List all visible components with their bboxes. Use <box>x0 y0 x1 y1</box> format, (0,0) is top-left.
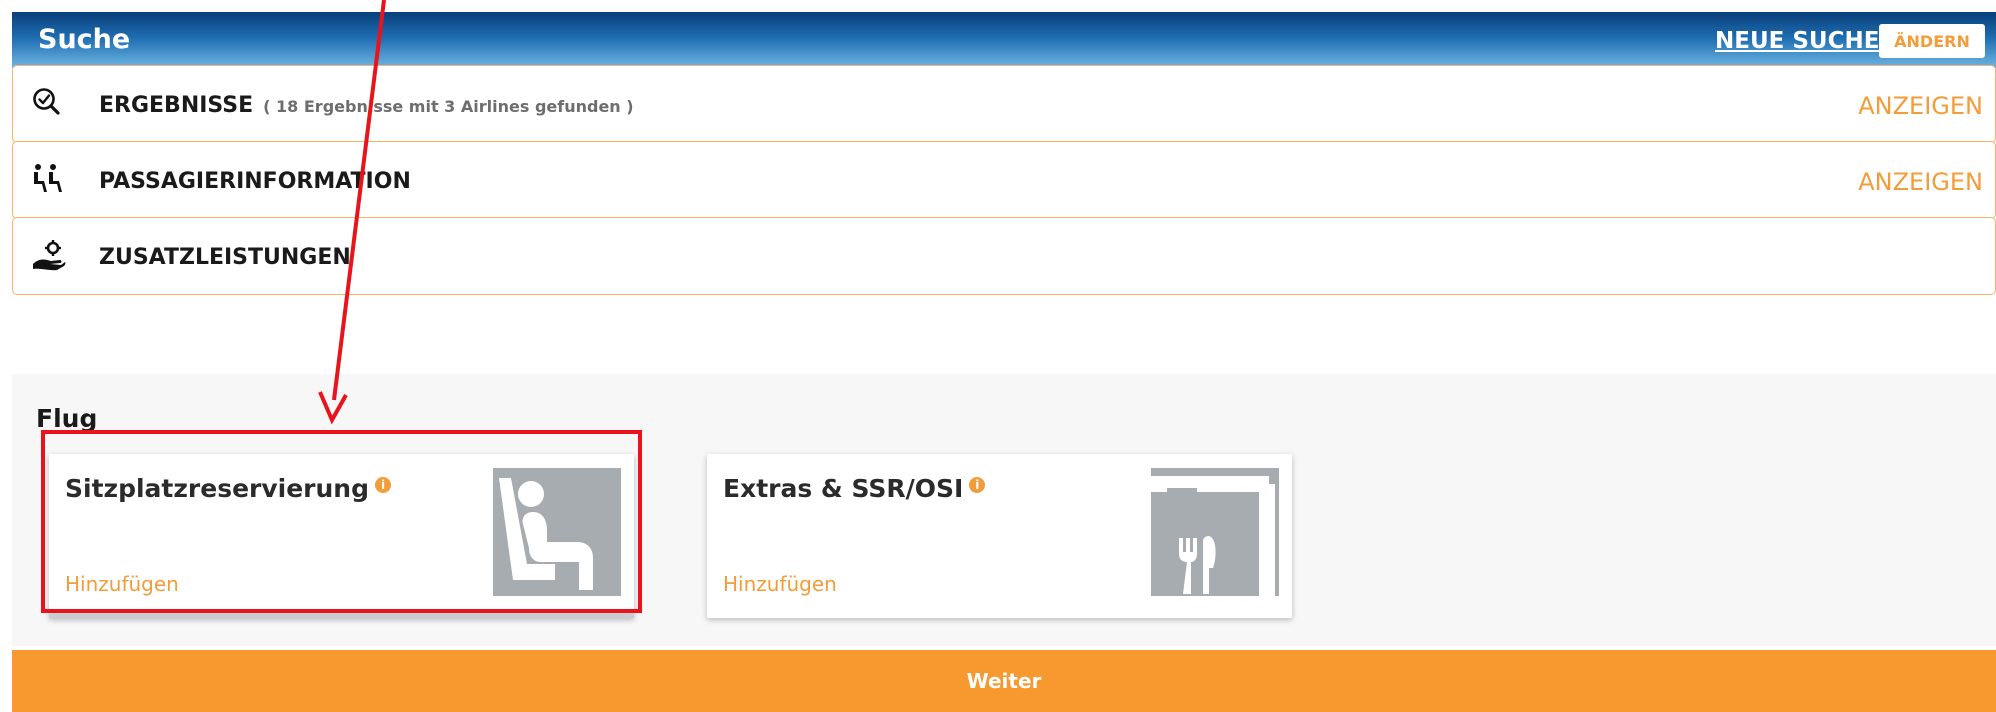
search-header: Suche NEUE SUCHE ÄNDERN <box>12 12 1996 68</box>
results-title: ERGEBNISSE <box>99 93 254 118</box>
seat-add-link[interactable]: Hinzufügen <box>65 572 179 596</box>
results-panel: ERGEBNISSE ( 18 Ergebnisse mit 3 Airlines… <box>12 65 1996 143</box>
passenger-show-button[interactable]: ANZEIGEN <box>1858 168 1983 196</box>
extras-ssr-title: Extras & SSR/OSI i <box>723 474 986 503</box>
new-search-link[interactable]: NEUE SUCHE <box>1715 28 1879 54</box>
continue-button[interactable]: Weiter <box>12 650 1996 712</box>
seat-icon <box>493 468 621 596</box>
results-count: ( 18 Ergebnisse mit 3 Airlines gefunden … <box>263 97 634 116</box>
extras-ssr-card[interactable]: Extras & SSR/OSI i Hinzufügen <box>707 454 1292 618</box>
meal-icon <box>1151 468 1279 596</box>
passenger-panel: PASSAGIERINFORMATION ANZEIGEN <box>12 141 1996 219</box>
search-section: Suche NEUE SUCHE ÄNDERN ERGEBNISSE ( 18 E… <box>12 12 1996 712</box>
change-button[interactable]: ÄNDERN <box>1879 24 1985 58</box>
passenger-label: PASSAGIERINFORMATION <box>99 169 411 194</box>
seat-reservation-card[interactable]: Sitzplatzreservierung i Hinzufügen <box>49 454 634 618</box>
info-icon[interactable]: i <box>375 477 392 493</box>
extras-label: ZUSATZLEISTUNGEN <box>99 245 351 270</box>
seat-reservation-label: Sitzplatzreservierung <box>65 474 370 503</box>
hand-gear-icon <box>31 238 67 274</box>
card-bottom-bar <box>49 613 634 618</box>
passengers-icon <box>31 162 67 198</box>
magnifier-check-icon <box>31 86 67 122</box>
results-label: ERGEBNISSE ( 18 Ergebnisse mit 3 Airlines… <box>99 93 634 118</box>
flight-title: Flug <box>36 404 98 433</box>
flight-section: Flug Sitzplatzreservierung i Hinzufügen E… <box>12 374 1996 646</box>
results-show-button[interactable]: ANZEIGEN <box>1858 92 1983 120</box>
header-title: Suche <box>38 24 131 55</box>
extras-add-link[interactable]: Hinzufügen <box>723 572 837 596</box>
extras-ssr-label: Extras & SSR/OSI <box>723 474 964 503</box>
info-icon[interactable]: i <box>969 477 986 493</box>
extras-panel: ZUSATZLEISTUNGEN <box>12 217 1996 295</box>
seat-reservation-title: Sitzplatzreservierung i <box>65 474 392 503</box>
